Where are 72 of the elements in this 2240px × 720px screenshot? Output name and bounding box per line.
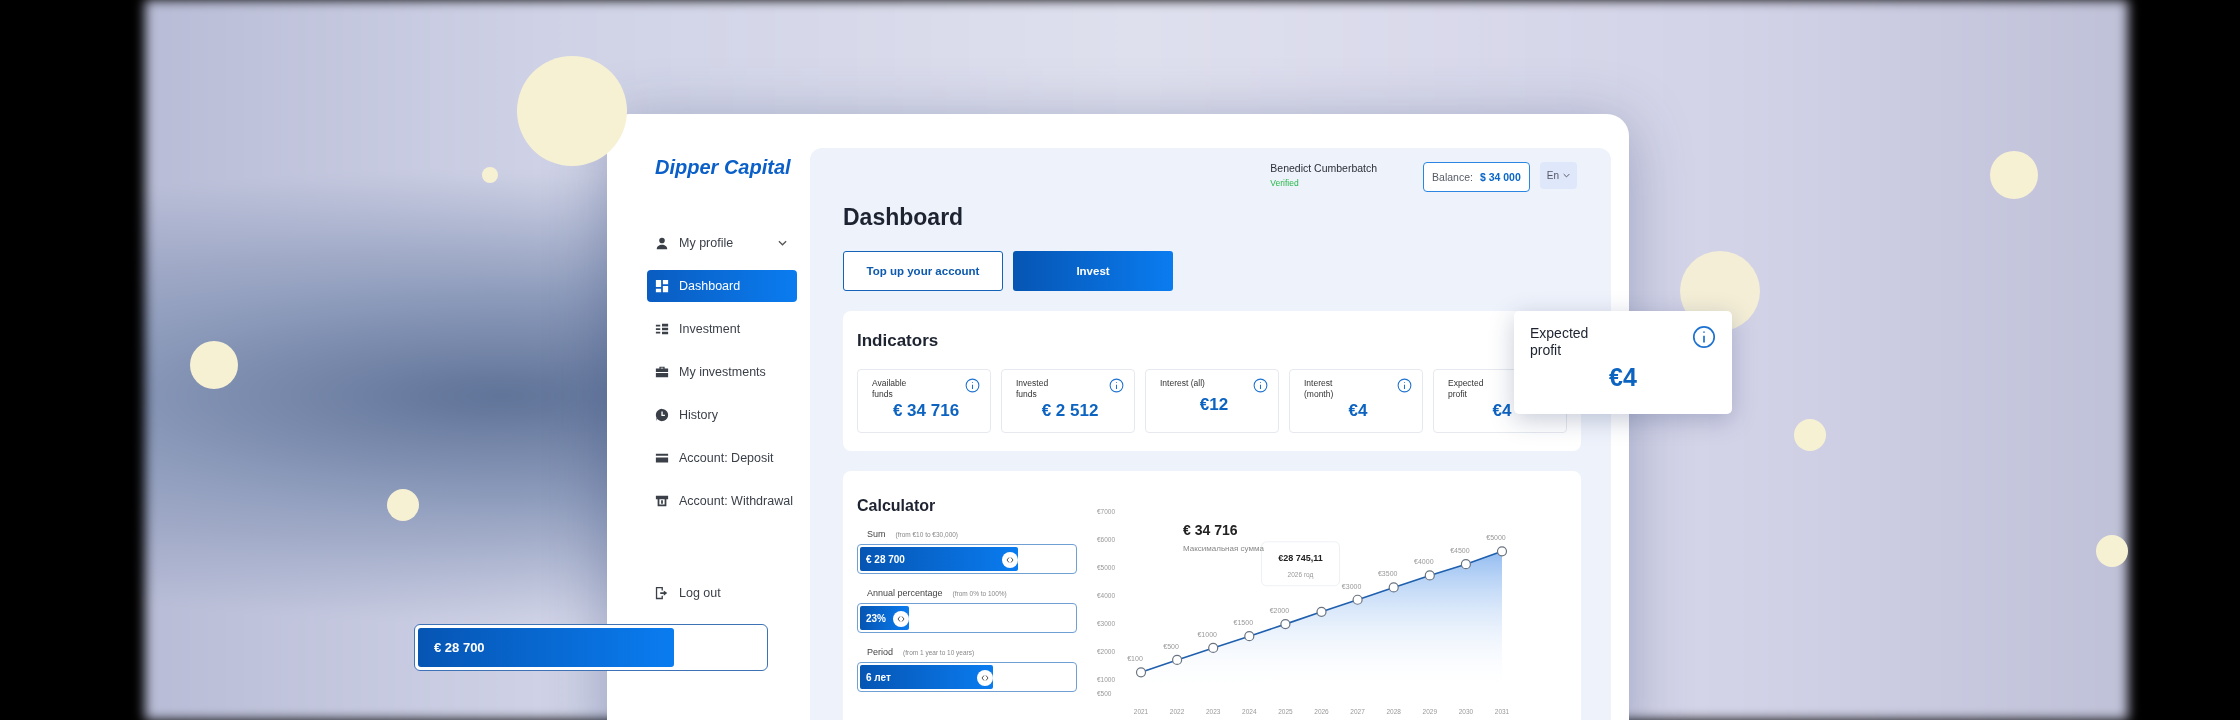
logout-icon: [655, 586, 669, 600]
data-point[interactable]: [1135, 667, 1147, 678]
slider-fill[interactable]: 23%: [860, 606, 910, 630]
slider-label: Annual percentage: [867, 588, 943, 598]
indicator-label: Invested funds: [1016, 378, 1050, 400]
logo[interactable]: Dipper Capital: [655, 156, 791, 179]
slider-track[interactable]: € 28 700: [414, 624, 768, 671]
chart-total: € 34 716: [1183, 522, 1238, 538]
data-point[interactable]: [1280, 619, 1291, 630]
slider-label: Sum: [867, 529, 886, 539]
balance-display[interactable]: Balance: $ 34 000: [1423, 162, 1530, 192]
slider-track[interactable]: 6 лет: [857, 662, 1077, 692]
data-point[interactable]: [1316, 606, 1327, 617]
indicator-label: Interest (month): [1304, 378, 1335, 400]
invest-button[interactable]: Invest: [1013, 251, 1173, 291]
language-button[interactable]: En: [1539, 162, 1577, 189]
section-title: Indicators: [857, 331, 939, 351]
data-point[interactable]: [1424, 570, 1435, 581]
data-point[interactable]: [1460, 559, 1471, 570]
sidebar-item[interactable]: My investments: [647, 356, 797, 388]
indicator-value: € 2 512: [1040, 401, 1100, 422]
info-icon[interactable]: [1253, 378, 1268, 393]
sidebar-item[interactable]: My profile: [647, 227, 797, 259]
info-icon[interactable]: [965, 378, 980, 393]
indicator-value: €4: [1347, 401, 1369, 422]
slider-thumb-icon[interactable]: [976, 670, 993, 686]
indicator-value: €4: [1491, 401, 1513, 422]
slider-thumb-icon[interactable]: [1002, 552, 1019, 568]
slider-label: Period: [867, 647, 893, 657]
indicator-label: Expected profit: [1448, 378, 1485, 400]
slider-thumb-icon[interactable]: [893, 611, 910, 627]
slider-track[interactable]: € 28 700: [857, 544, 1077, 574]
sidebar-item[interactable]: Account: Deposit: [647, 442, 797, 474]
slider-fill[interactable]: € 28 700: [418, 628, 675, 667]
annotation: €28 745,11: [1278, 552, 1323, 563]
chart-caption: Максимальная сумма: [1183, 544, 1264, 553]
top-up-button[interactable]: Top up your account: [843, 251, 1003, 291]
slider-track[interactable]: 23%: [857, 603, 1077, 633]
history-icon: [655, 408, 669, 422]
portfolio-icon: [655, 365, 669, 379]
page-title: Dashboard: [843, 204, 965, 231]
logout-link[interactable]: Log out: [647, 577, 797, 609]
data-point[interactable]: [1172, 654, 1183, 666]
slider-fill[interactable]: € 28 700: [860, 547, 1019, 571]
info-icon[interactable]: [1397, 378, 1412, 393]
data-point[interactable]: [1244, 631, 1255, 642]
info-icon[interactable]: [1109, 378, 1124, 393]
info-icon[interactable]: [1692, 325, 1716, 349]
withdrawal-icon: [655, 494, 669, 508]
sidebar-item[interactable]: Dashboard: [647, 270, 797, 302]
sidebar-item[interactable]: Investment: [647, 313, 797, 345]
profile-icon: [655, 236, 669, 250]
data-point[interactable]: [1496, 546, 1508, 557]
data-point[interactable]: [1352, 594, 1363, 605]
indicator-value: €4: [1608, 362, 1638, 392]
investment-icon: [655, 322, 669, 336]
sidebar-item[interactable]: Account: Withdrawal: [647, 485, 797, 517]
verified-status: Verified: [1270, 178, 1300, 188]
data-point[interactable]: [1388, 582, 1399, 593]
indicator-label: Interest (all): [1160, 378, 1206, 389]
chevron-down-icon: [1563, 173, 1570, 178]
slider-fill[interactable]: 6 лет: [860, 665, 993, 689]
user-name: Benedict Cumberbatch: [1270, 162, 1378, 174]
section-title: Calculator: [857, 497, 936, 515]
indicator-label: Expected profit: [1530, 325, 1590, 359]
data-point[interactable]: [1208, 642, 1219, 653]
deposit-icon: [655, 451, 669, 465]
dashboard-icon: [655, 279, 669, 293]
indicator-label: Available funds: [872, 378, 908, 400]
sidebar-item[interactable]: History: [647, 399, 797, 431]
indicator-value: € 34 716: [891, 401, 961, 422]
indicator-value: €12: [1198, 395, 1230, 415]
